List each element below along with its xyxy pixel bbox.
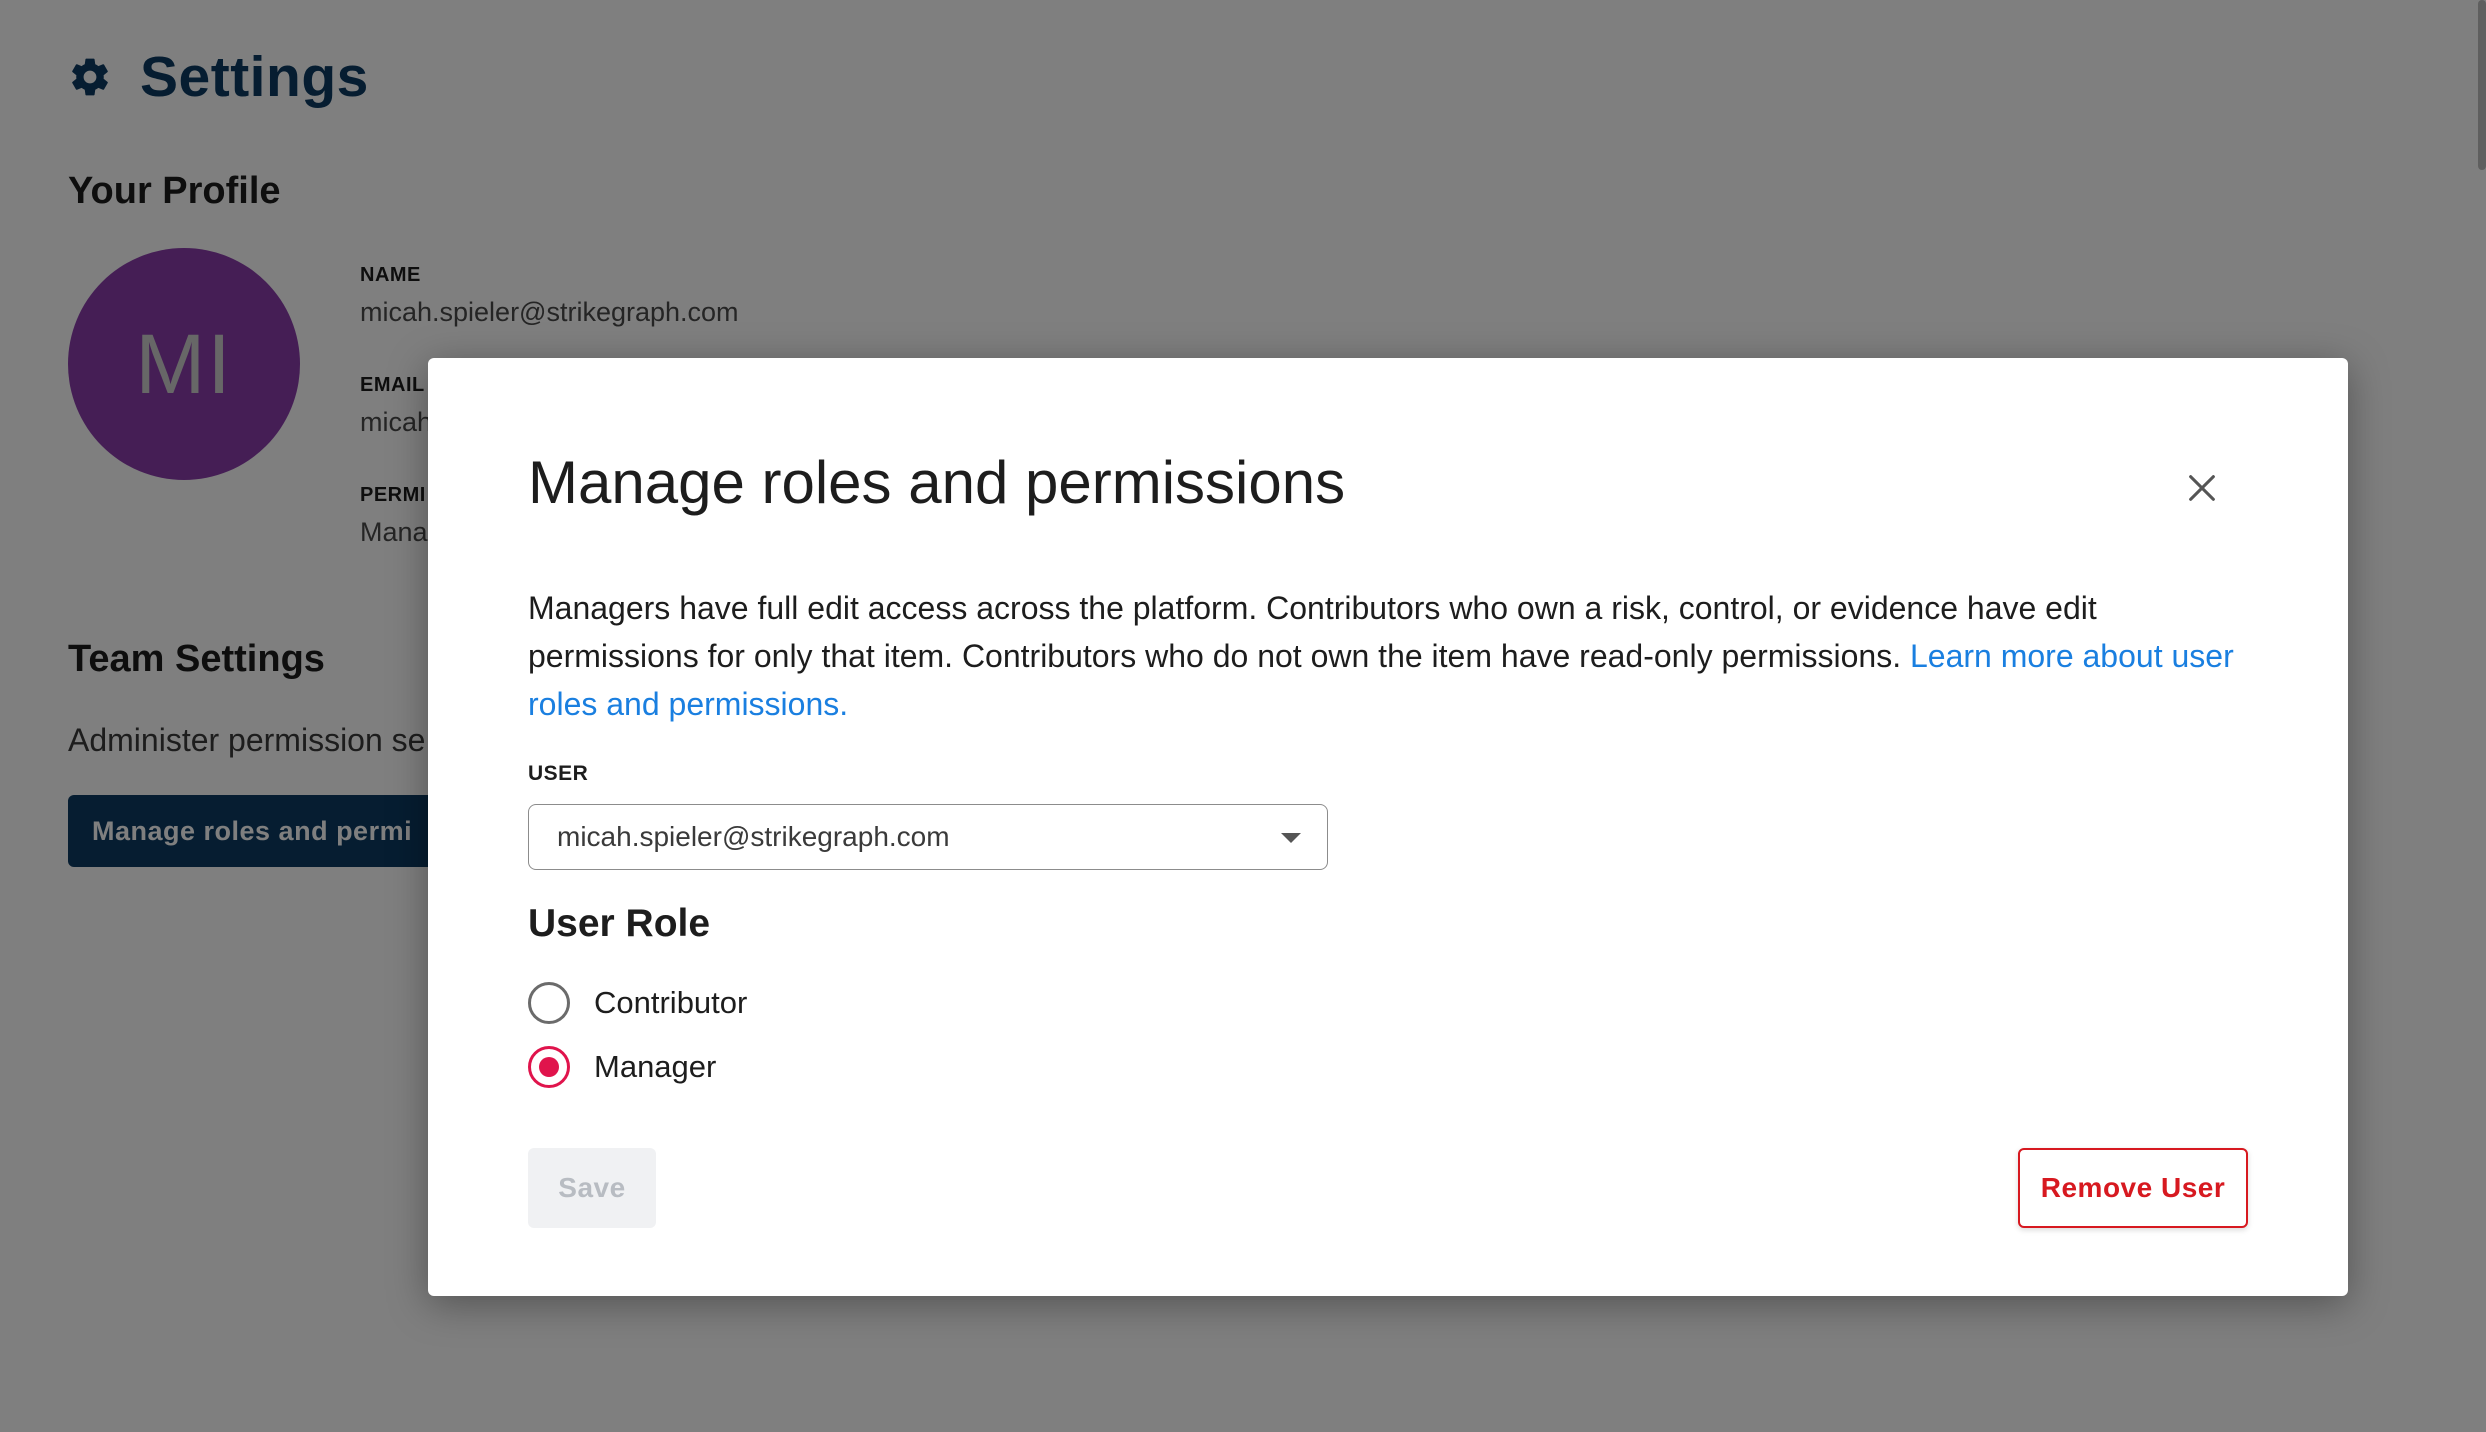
modal-description: Managers have full edit access across th… [528, 584, 2268, 728]
page-scrollbar[interactable] [2478, 0, 2486, 170]
user-select-value: micah.spieler@strikegraph.com [557, 821, 950, 852]
modal-title: Manage roles and permissions [528, 449, 1346, 516]
manager-label: Manager [594, 1049, 717, 1084]
close-icon [2189, 475, 2215, 501]
manage-roles-modal: Manage roles and permissions Managers ha… [428, 358, 2348, 1296]
close-button[interactable] [2180, 466, 2224, 510]
contributor-label: Contributor [594, 985, 748, 1020]
user-select[interactable]: micah.spieler@strikegraph.com [528, 804, 1328, 870]
role-option-manager[interactable]: Manager [528, 1046, 716, 1088]
manager-radio[interactable] [528, 1046, 570, 1088]
chevron-down-icon [1281, 833, 1301, 843]
user-role-heading: User Role [528, 902, 711, 945]
save-button[interactable]: Save [528, 1148, 656, 1228]
remove-user-button[interactable]: Remove User [2018, 1148, 2248, 1228]
modal-description-text: Managers have full edit access across th… [528, 590, 2097, 674]
contributor-radio[interactable] [528, 982, 570, 1024]
role-option-contributor[interactable]: Contributor [528, 982, 747, 1024]
user-field-label: USER [528, 762, 589, 785]
radio-selected-dot [539, 1057, 559, 1077]
